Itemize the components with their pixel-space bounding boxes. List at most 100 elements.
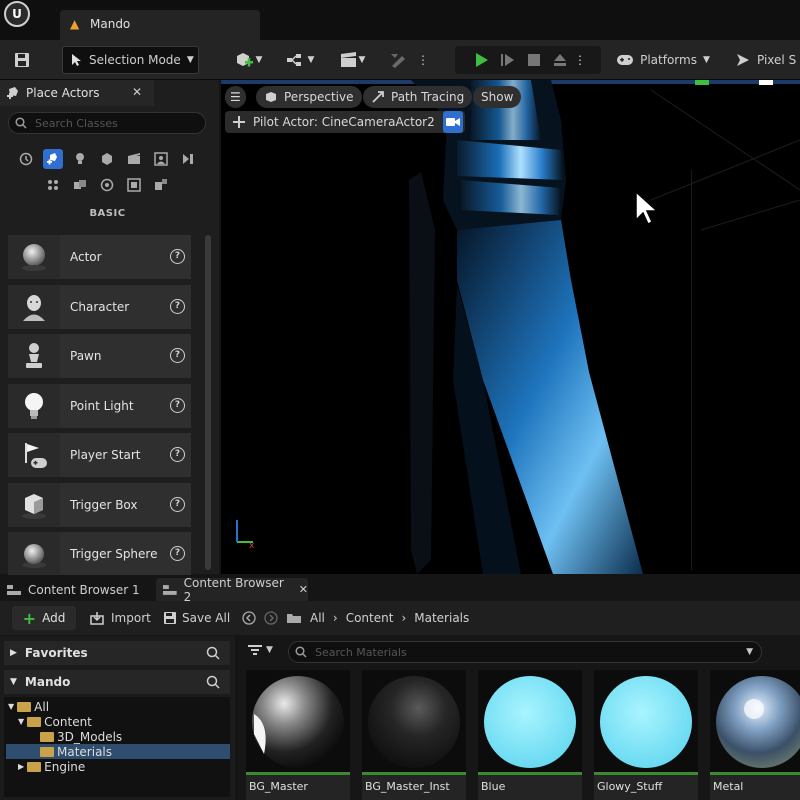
quick-add-button[interactable]: ▼	[228, 46, 268, 74]
place-actors-scrollbar[interactable]	[205, 235, 211, 570]
asset-tile-bg-master-inst[interactable]: BG_Master_Inst	[362, 670, 466, 800]
tree-item-engine[interactable]: ▶ Engine	[18, 759, 85, 774]
level-tab-label: Mando	[90, 17, 131, 31]
search-icon[interactable]	[206, 646, 220, 660]
eject-icon	[554, 54, 566, 66]
asset-tile-blue[interactable]: Blue	[478, 670, 582, 800]
search-classes-field[interactable]	[8, 112, 206, 134]
search-materials-field[interactable]: ▼	[288, 641, 762, 663]
recent-icon[interactable]	[16, 149, 36, 169]
actor-item-actor[interactable]: Actor?	[8, 235, 191, 279]
level-viewport[interactable]: x ☰ Perspective Path Tracing Show Pilot …	[221, 80, 800, 574]
basic-icon[interactable]	[43, 149, 63, 169]
cinematic-icon[interactable]	[151, 149, 171, 169]
actor-item-trigger-box[interactable]: Trigger Box?	[8, 483, 191, 527]
perspective-button[interactable]: Perspective	[256, 86, 362, 108]
actor-item-pawn[interactable]: Pawn?	[8, 334, 191, 378]
stop-button[interactable]	[521, 46, 547, 74]
tree-item-materials[interactable]: Materials	[40, 744, 112, 759]
unreal-logo-icon[interactable]: U	[4, 1, 30, 27]
tree-item-content[interactable]: ▼ Content	[18, 714, 92, 729]
view-mode-button[interactable]: Path Tracing	[363, 86, 473, 108]
chevron-right-icon: ▶	[18, 762, 25, 771]
chevron-down-icon[interactable]: ▼	[746, 647, 753, 657]
pen-icon	[391, 54, 405, 68]
tab-label: Content Browser 2	[183, 575, 284, 604]
asset-tile-metal[interactable]: Metal	[710, 670, 800, 800]
help-icon[interactable]: ?	[170, 546, 185, 561]
breadcrumb-item[interactable]: All	[310, 611, 325, 625]
search-materials-input[interactable]	[315, 645, 715, 659]
place-actors-tab[interactable]: Place Actors ✕	[0, 80, 154, 106]
tab-content-browser-2[interactable]: Content Browser 2 ✕	[156, 575, 308, 604]
svg-text:x: x	[249, 541, 255, 551]
breadcrumb-item[interactable]: Materials	[414, 611, 469, 625]
volumes-icon[interactable]	[178, 149, 198, 169]
play-controls: ⋮	[455, 46, 601, 74]
help-icon[interactable]: ?	[170, 348, 185, 363]
tree-item-all[interactable]: ▼ All	[8, 699, 49, 714]
show-label: Show	[481, 90, 514, 104]
search-classes-input[interactable]	[35, 116, 195, 130]
help-icon[interactable]: ?	[170, 497, 185, 512]
filter-button[interactable]: ▼	[248, 644, 273, 656]
modeling-button[interactable]	[384, 46, 414, 74]
history-back-button[interactable]	[242, 606, 256, 630]
help-icon[interactable]: ?	[170, 249, 185, 264]
selection-mode-button[interactable]: Selection Mode ▼	[62, 46, 199, 74]
shapes-icon[interactable]	[97, 149, 117, 169]
search-icon[interactable]	[206, 675, 220, 689]
level-tab[interactable]: ▲ Mando	[60, 10, 260, 40]
breadcrumb-item[interactable]: Content	[346, 611, 394, 625]
pixel-streaming-button[interactable]: Pixel S	[735, 46, 800, 74]
help-icon[interactable]: ?	[170, 299, 185, 314]
lights-icon[interactable]	[70, 149, 90, 169]
all-classes-icon[interactable]	[43, 175, 63, 195]
save-all-button[interactable]: Save All	[163, 606, 230, 630]
actor-item-player-start[interactable]: Player Start?	[8, 433, 191, 477]
geometry-icon[interactable]	[70, 175, 90, 195]
tree-label: Content	[44, 714, 92, 729]
close-icon[interactable]: ✕	[299, 583, 308, 596]
clapperboard-icon	[340, 52, 356, 67]
platforms-button[interactable]: Platforms ▼	[610, 46, 716, 74]
content-browser-icon	[162, 584, 177, 595]
blueprints-button[interactable]: ▼	[280, 46, 320, 74]
place-actors-panel: Place Actors ✕ BASIC Actor? Character? P…	[0, 80, 219, 576]
visual-effects-icon[interactable]	[124, 149, 144, 169]
navigation-icon[interactable]	[97, 175, 117, 195]
more-options-icon[interactable]: ⋮	[416, 46, 430, 74]
close-icon[interactable]: ✕	[132, 85, 142, 99]
actor-item-trigger-sphere[interactable]: Trigger Sphere?	[8, 532, 191, 576]
actor-label: Character	[70, 300, 130, 314]
favorites-header[interactable]: ▶ Favorites	[4, 641, 230, 665]
show-button[interactable]: Show	[473, 86, 522, 108]
play-button[interactable]	[469, 46, 495, 74]
viewport-options-button[interactable]: ☰	[225, 86, 246, 108]
search-icon	[15, 117, 27, 129]
project-header[interactable]: ▼ Mando	[4, 670, 230, 694]
cinematics-button[interactable]: ▼	[332, 46, 372, 74]
import-button[interactable]: Import	[90, 606, 151, 630]
folder-icon[interactable]	[286, 606, 302, 630]
help-icon[interactable]: ?	[170, 447, 185, 462]
actor-item-point-light[interactable]: Point Light?	[8, 384, 191, 428]
history-forward-button[interactable]	[264, 606, 278, 630]
actor-label: Player Start	[70, 448, 141, 462]
tree-item-3d-models[interactable]: 3D_Models	[40, 729, 122, 744]
fx-icon[interactable]	[151, 175, 171, 195]
advance-frame-button[interactable]	[495, 46, 521, 74]
add-button[interactable]: + Add	[12, 606, 76, 630]
help-icon[interactable]: ?	[170, 398, 185, 413]
camera-preview-button[interactable]	[443, 111, 463, 133]
landscape-icon[interactable]	[124, 175, 144, 195]
actor-item-character[interactable]: Character?	[8, 285, 191, 329]
path-tracing-icon	[372, 91, 384, 103]
eject-button[interactable]	[547, 46, 573, 74]
asset-tile-glowy-stuff[interactable]: Glowy_Stuff	[594, 670, 698, 800]
tab-content-browser-1[interactable]: Content Browser 1	[0, 578, 150, 601]
save-button[interactable]	[8, 46, 36, 74]
asset-tile-bg-master[interactable]: BG_Master	[246, 670, 350, 800]
material-thumbnail	[246, 670, 350, 774]
play-options-icon[interactable]: ⋮	[573, 46, 587, 74]
